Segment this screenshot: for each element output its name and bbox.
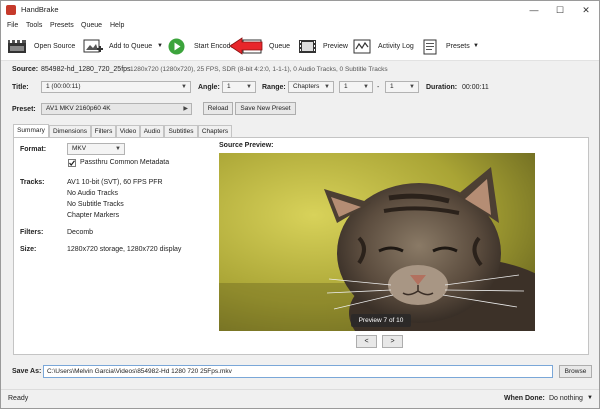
when-done-value: Do nothing (549, 395, 583, 402)
handbrake-logo-icon (6, 5, 16, 15)
angle-label: Angle: (198, 84, 220, 91)
browse-button[interactable]: Browse (559, 365, 592, 378)
range-start-select[interactable]: 1 ▼ (339, 81, 373, 93)
source-info: 1280x720 (1280x720), 25 FPS, SDR (8-bit … (130, 66, 388, 73)
filters-label: Filters: (20, 229, 44, 236)
range-type-value: Chapters (293, 83, 320, 90)
passthru-checkbox[interactable] (68, 159, 76, 167)
format-label: Format: (20, 146, 47, 153)
angle-select-value: 1 (227, 83, 231, 90)
preview-counter: Preview 7 of 10 (351, 314, 411, 327)
source-preview-label: Source Preview: (219, 142, 274, 149)
tracks-label: Tracks: (20, 179, 45, 186)
tab-video[interactable]: Video (116, 125, 140, 137)
title-label: Title: (12, 84, 29, 91)
range-label: Range: (262, 84, 286, 91)
track-item: No Subtitle Tracks (67, 201, 124, 208)
window-title: HandBrake (21, 5, 59, 14)
title-select[interactable]: 1 (00:00:11) ▼ (41, 81, 191, 93)
menu-tools[interactable]: Tools (26, 22, 42, 29)
size-value: 1280x720 storage, 1280x720 display (67, 246, 182, 253)
activity-log-label: Activity Log (378, 43, 414, 50)
track-item: AV1 10-bit (SVT), 60 FPS PFR (67, 179, 163, 186)
chevron-down-icon: ▼ (363, 84, 369, 90)
menu-queue[interactable]: Queue (81, 22, 102, 29)
filters-value: Decomb (67, 229, 94, 236)
presets-label: Presets (446, 43, 470, 50)
chevron-right-icon: ▶ (183, 106, 188, 112)
duration-value: 00:00:11 (462, 84, 489, 91)
angle-select[interactable]: 1 ▼ (222, 81, 256, 93)
range-type-select[interactable]: Chapters ▼ (288, 81, 334, 93)
menu-file[interactable]: File (7, 22, 18, 29)
chevron-down-icon[interactable]: ▼ (157, 43, 163, 49)
menu-help[interactable]: Help (110, 22, 124, 29)
chevron-down-icon: ▼ (181, 84, 187, 90)
film-strip-icon (299, 40, 316, 53)
add-image-icon (83, 39, 103, 53)
close-button[interactable]: ✕ (573, 1, 599, 19)
menu-bar: File Tools Presets Queue Help (1, 19, 599, 33)
range-separator: - (377, 84, 380, 91)
source-name: 854982-hd_1280_720_25fps (41, 66, 131, 73)
tab-audio[interactable]: Audio (140, 125, 164, 137)
range-end-value: 1 (390, 83, 394, 90)
previous-preview-button[interactable]: < (356, 335, 377, 348)
open-source-label: Open Source (34, 43, 76, 50)
play-icon (168, 38, 185, 55)
save-as-path-input[interactable]: C:\Users\Melvin Garcia\Videos\854982-Hd … (43, 365, 553, 378)
preset-selector[interactable]: AV1 MKV 2160p60 4K ▶ (41, 103, 192, 115)
title-bar: HandBrake — ☐ ✕ (1, 1, 599, 19)
format-select[interactable]: MKV ▼ (67, 143, 125, 155)
tab-subtitles[interactable]: Subtitles (164, 125, 198, 137)
next-preview-button[interactable]: > (382, 335, 403, 348)
reload-button[interactable]: Reload (203, 102, 233, 115)
menu-presets[interactable]: Presets (50, 22, 74, 29)
size-label: Size: (20, 246, 37, 253)
chevron-down-icon[interactable]: ▼ (473, 43, 479, 49)
queue-label: Queue (269, 43, 291, 50)
track-item: No Audio Tracks (67, 190, 118, 197)
toolbar: Open Source Add to Queue ▼ Start Encode … (1, 33, 599, 61)
preset-label: Preset: (12, 106, 36, 113)
format-select-value: MKV (72, 145, 87, 152)
activity-log-icon (353, 39, 371, 54)
preset-selector-value: AV1 MKV 2160p60 4K (46, 105, 111, 112)
tab-dimensions[interactable]: Dimensions (49, 125, 91, 137)
track-item: Chapter Markers (67, 212, 120, 219)
chevron-down-icon: ▼ (115, 146, 121, 152)
save-as-label: Save As: (12, 368, 42, 375)
preview-label: Preview (323, 43, 348, 50)
handbrake-window: HandBrake — ☐ ✕ File Tools Presets Queue… (0, 0, 600, 409)
film-clapper-icon (8, 40, 26, 53)
source-preview-image (219, 153, 535, 331)
checkmark-icon (69, 160, 75, 166)
red-arrow-annotation-icon (229, 37, 263, 55)
range-start-value: 1 (344, 83, 348, 90)
chevron-down-icon: ▼ (587, 395, 593, 401)
tab-summary[interactable]: Summary (13, 124, 49, 138)
save-new-preset-button[interactable]: Save New Preset (235, 102, 296, 115)
status-text: Ready (8, 395, 29, 402)
duration-label: Duration: (426, 84, 458, 91)
tab-chapters[interactable]: Chapters (198, 125, 232, 137)
tab-filters[interactable]: Filters (91, 125, 116, 137)
presets-document-icon (423, 39, 437, 55)
range-end-select[interactable]: 1 ▼ (385, 81, 419, 93)
passthru-label: Passthru Common Metadata (80, 159, 170, 166)
add-to-queue-label: Add to Queue (109, 43, 153, 50)
status-bar: Ready When Done: Do nothing ▼ (1, 389, 599, 408)
chevron-down-icon: ▼ (409, 84, 415, 90)
cat-photo (219, 153, 535, 331)
chevron-down-icon: ▼ (324, 84, 330, 90)
chevron-down-icon: ▼ (246, 84, 252, 90)
title-select-value: 1 (00:00:11) (46, 83, 81, 90)
source-label: Source: (12, 66, 39, 73)
maximize-button[interactable]: ☐ (547, 1, 573, 19)
when-done-label: When Done: (504, 395, 545, 402)
minimize-button[interactable]: — (521, 1, 547, 19)
